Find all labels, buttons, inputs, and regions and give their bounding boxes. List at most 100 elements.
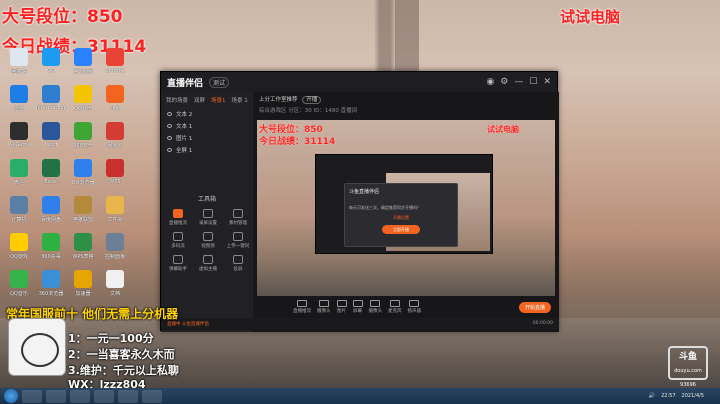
desktop-icon[interactable]: QQ音乐 bbox=[68, 85, 98, 122]
desktop-app-icon bbox=[106, 196, 124, 214]
source-button[interactable]: 麦克风 bbox=[388, 300, 402, 314]
eye-icon[interactable] bbox=[167, 112, 172, 116]
desktop-icon[interactable]: 360浏览器 bbox=[36, 270, 66, 307]
source-toolbar: 直播推流 摄像头 图片 屏幕 摄像头 麦克风 扬声器 开始直播 bbox=[253, 296, 559, 318]
desktop-icon[interactable]: Word bbox=[36, 122, 66, 159]
desktop-icon[interactable]: Internet Explorer bbox=[36, 85, 66, 122]
taskbar-app-live[interactable] bbox=[94, 389, 114, 403]
desktop-icon[interactable]: 回收站 bbox=[4, 48, 34, 85]
desktop-icon[interactable]: 计算机 bbox=[4, 196, 34, 233]
toolbox-item[interactable]: 虚拟主播 bbox=[193, 255, 223, 272]
minimize-icon[interactable]: — bbox=[514, 77, 523, 87]
dialog-body: 每天可发送三次，确定推荐同步开播吗？ bbox=[349, 205, 421, 210]
desktop-icon[interactable]: 文档 bbox=[100, 270, 130, 307]
source-button[interactable]: 摄像头 bbox=[317, 300, 331, 314]
source-icon bbox=[370, 300, 381, 307]
desktop-icon-label: WeGame bbox=[7, 142, 31, 148]
room-header: 上分工作室推荐 开播 综合游戏区 分区：30 ID：1480 直播间 bbox=[253, 92, 559, 120]
taskbar-app-browser[interactable] bbox=[118, 389, 138, 403]
tool-icon bbox=[233, 255, 243, 264]
desktop-icon[interactable]: 迅雷 bbox=[4, 85, 34, 122]
clock-date[interactable]: 2021/4/5 bbox=[682, 393, 704, 399]
desktop-app-icon bbox=[106, 122, 124, 140]
desktop-app-icon bbox=[74, 233, 92, 251]
scene-item[interactable]: 文本 1 bbox=[161, 120, 253, 132]
app-logo: 直播伴侣 bbox=[167, 78, 204, 89]
scene-tab[interactable]: 双屏 bbox=[194, 96, 205, 104]
dialog-confirm-button[interactable]: 立即开播 bbox=[382, 225, 420, 234]
toolbox-item[interactable]: 上传一键同 bbox=[223, 232, 253, 249]
close-icon[interactable]: ✕ bbox=[543, 77, 551, 87]
volume-icon[interactable]: 🔊 bbox=[649, 393, 655, 399]
toolbox-item[interactable]: 录屏设置 bbox=[193, 209, 223, 226]
toolbox-item[interactable]: 视频源 bbox=[193, 232, 223, 249]
toolbox-item[interactable]: 直播推流 bbox=[163, 209, 193, 226]
scene-tab[interactable]: 我的场景 bbox=[166, 96, 188, 104]
desktop-icon-label: WPS表格 bbox=[72, 254, 94, 260]
desktop-icon-label: 文档 bbox=[109, 291, 120, 297]
app-titlebar: 直播伴侣 测试 ◉ ⚙ — ☐ ✕ bbox=[161, 72, 557, 92]
desktop-icon[interactable]: WPS表格 bbox=[68, 233, 98, 270]
desktop-icon[interactable]: QQ浏览器 bbox=[68, 159, 98, 196]
scene-item[interactable]: 图片 1 bbox=[161, 132, 253, 144]
taskbar-app-chat[interactable] bbox=[142, 389, 162, 403]
desktop-icon[interactable]: 文件夹 bbox=[100, 196, 130, 233]
desktop-icon[interactable]: 百度网盘 bbox=[36, 196, 66, 233]
tool-icon bbox=[203, 255, 213, 264]
desktop-icon[interactable]: 斗鱼 bbox=[100, 85, 130, 122]
taskbar-app-ie[interactable] bbox=[22, 389, 42, 403]
eye-icon[interactable] bbox=[167, 124, 172, 128]
settings-icon[interactable]: ⚙ bbox=[500, 77, 508, 87]
desktop-app-icon bbox=[106, 233, 124, 251]
toolbox-item[interactable]: 弹幕助手 bbox=[163, 255, 193, 272]
desktop-icon-label: 控制面板 bbox=[104, 254, 125, 260]
toolbox-item[interactable]: 多码流 bbox=[163, 232, 193, 249]
desktop-icon[interactable]: 控制面板 bbox=[100, 233, 130, 270]
toolbox-title: 工具箱 bbox=[197, 196, 216, 203]
desktop-icon[interactable]: Excel bbox=[36, 159, 66, 196]
desktop-icon[interactable]: 微信 bbox=[4, 159, 34, 196]
desktop-icon[interactable]: 网易云 bbox=[100, 122, 130, 159]
dialog-link[interactable]: 开播设置 bbox=[349, 215, 453, 221]
source-button[interactable]: 直播推流 bbox=[293, 300, 311, 314]
desktop-icon[interactable]: WeGame bbox=[4, 122, 34, 159]
overlay-bottom-2: 2：一当喜客永久木而 bbox=[68, 348, 175, 361]
desktop-icon-label: 360杀毒 bbox=[41, 254, 61, 260]
taskbar-app-player[interactable] bbox=[70, 389, 90, 403]
desktop-icon-label: 计算机 bbox=[11, 217, 27, 223]
desktop-icon[interactable]: 360杀毒 bbox=[36, 233, 66, 270]
source-button[interactable]: 图片 bbox=[336, 300, 347, 314]
tool-label: 素材管理 bbox=[229, 221, 247, 226]
scene-list: 文本 2 文本 1 图片 1 全屏 1 bbox=[161, 108, 253, 156]
desktop-icon[interactable]: 加速器 bbox=[68, 270, 98, 307]
clock-time[interactable]: 22:57 bbox=[661, 393, 675, 399]
taskbar-app-explorer[interactable] bbox=[46, 389, 66, 403]
scene-tab[interactable]: 场景1 bbox=[211, 96, 226, 104]
stream-overlay-title: 试试电脑 bbox=[560, 8, 621, 26]
room-badge[interactable]: 开播 bbox=[302, 96, 322, 104]
scene-item[interactable]: 全屏 1 bbox=[161, 144, 253, 156]
desktop-icon[interactable]: QQ bbox=[36, 48, 66, 85]
source-button[interactable]: 屏幕 bbox=[352, 300, 363, 314]
desktop-icon-label: 360安全 bbox=[73, 143, 93, 149]
scene-item[interactable]: 文本 2 bbox=[161, 108, 253, 120]
toolbox-item[interactable]: 素材管理 bbox=[223, 209, 253, 226]
desktop-icon[interactable]: Chrome bbox=[100, 48, 130, 85]
scene-tab[interactable]: 场景 1 bbox=[232, 96, 248, 104]
room-info: 综合游戏区 分区：30 ID：1480 直播间 bbox=[259, 108, 358, 114]
source-button[interactable]: 扬声器 bbox=[408, 300, 421, 314]
maximize-icon[interactable]: ☐ bbox=[529, 77, 537, 87]
start-button[interactable] bbox=[4, 389, 18, 403]
desktop-icon[interactable]: 360安全 bbox=[68, 122, 98, 159]
eye-icon[interactable] bbox=[167, 136, 172, 140]
desktop-icon[interactable]: 英雄联盟 bbox=[68, 196, 98, 233]
source-button[interactable]: 摄像头 bbox=[369, 300, 382, 314]
eye-icon[interactable] bbox=[167, 148, 172, 152]
desktop-icon[interactable]: WPS bbox=[100, 159, 130, 196]
avatar[interactable]: ◉ bbox=[486, 77, 494, 87]
desktop-icon[interactable]: QQ游戏 bbox=[4, 233, 34, 270]
desktop-icon[interactable]: 腾讯视频 bbox=[68, 48, 98, 85]
start-live-button[interactable]: 开始直播 bbox=[518, 301, 551, 313]
desktop-icon[interactable]: QQ音乐 bbox=[4, 270, 34, 307]
toolbox-item[interactable]: 投屏 bbox=[223, 255, 253, 272]
